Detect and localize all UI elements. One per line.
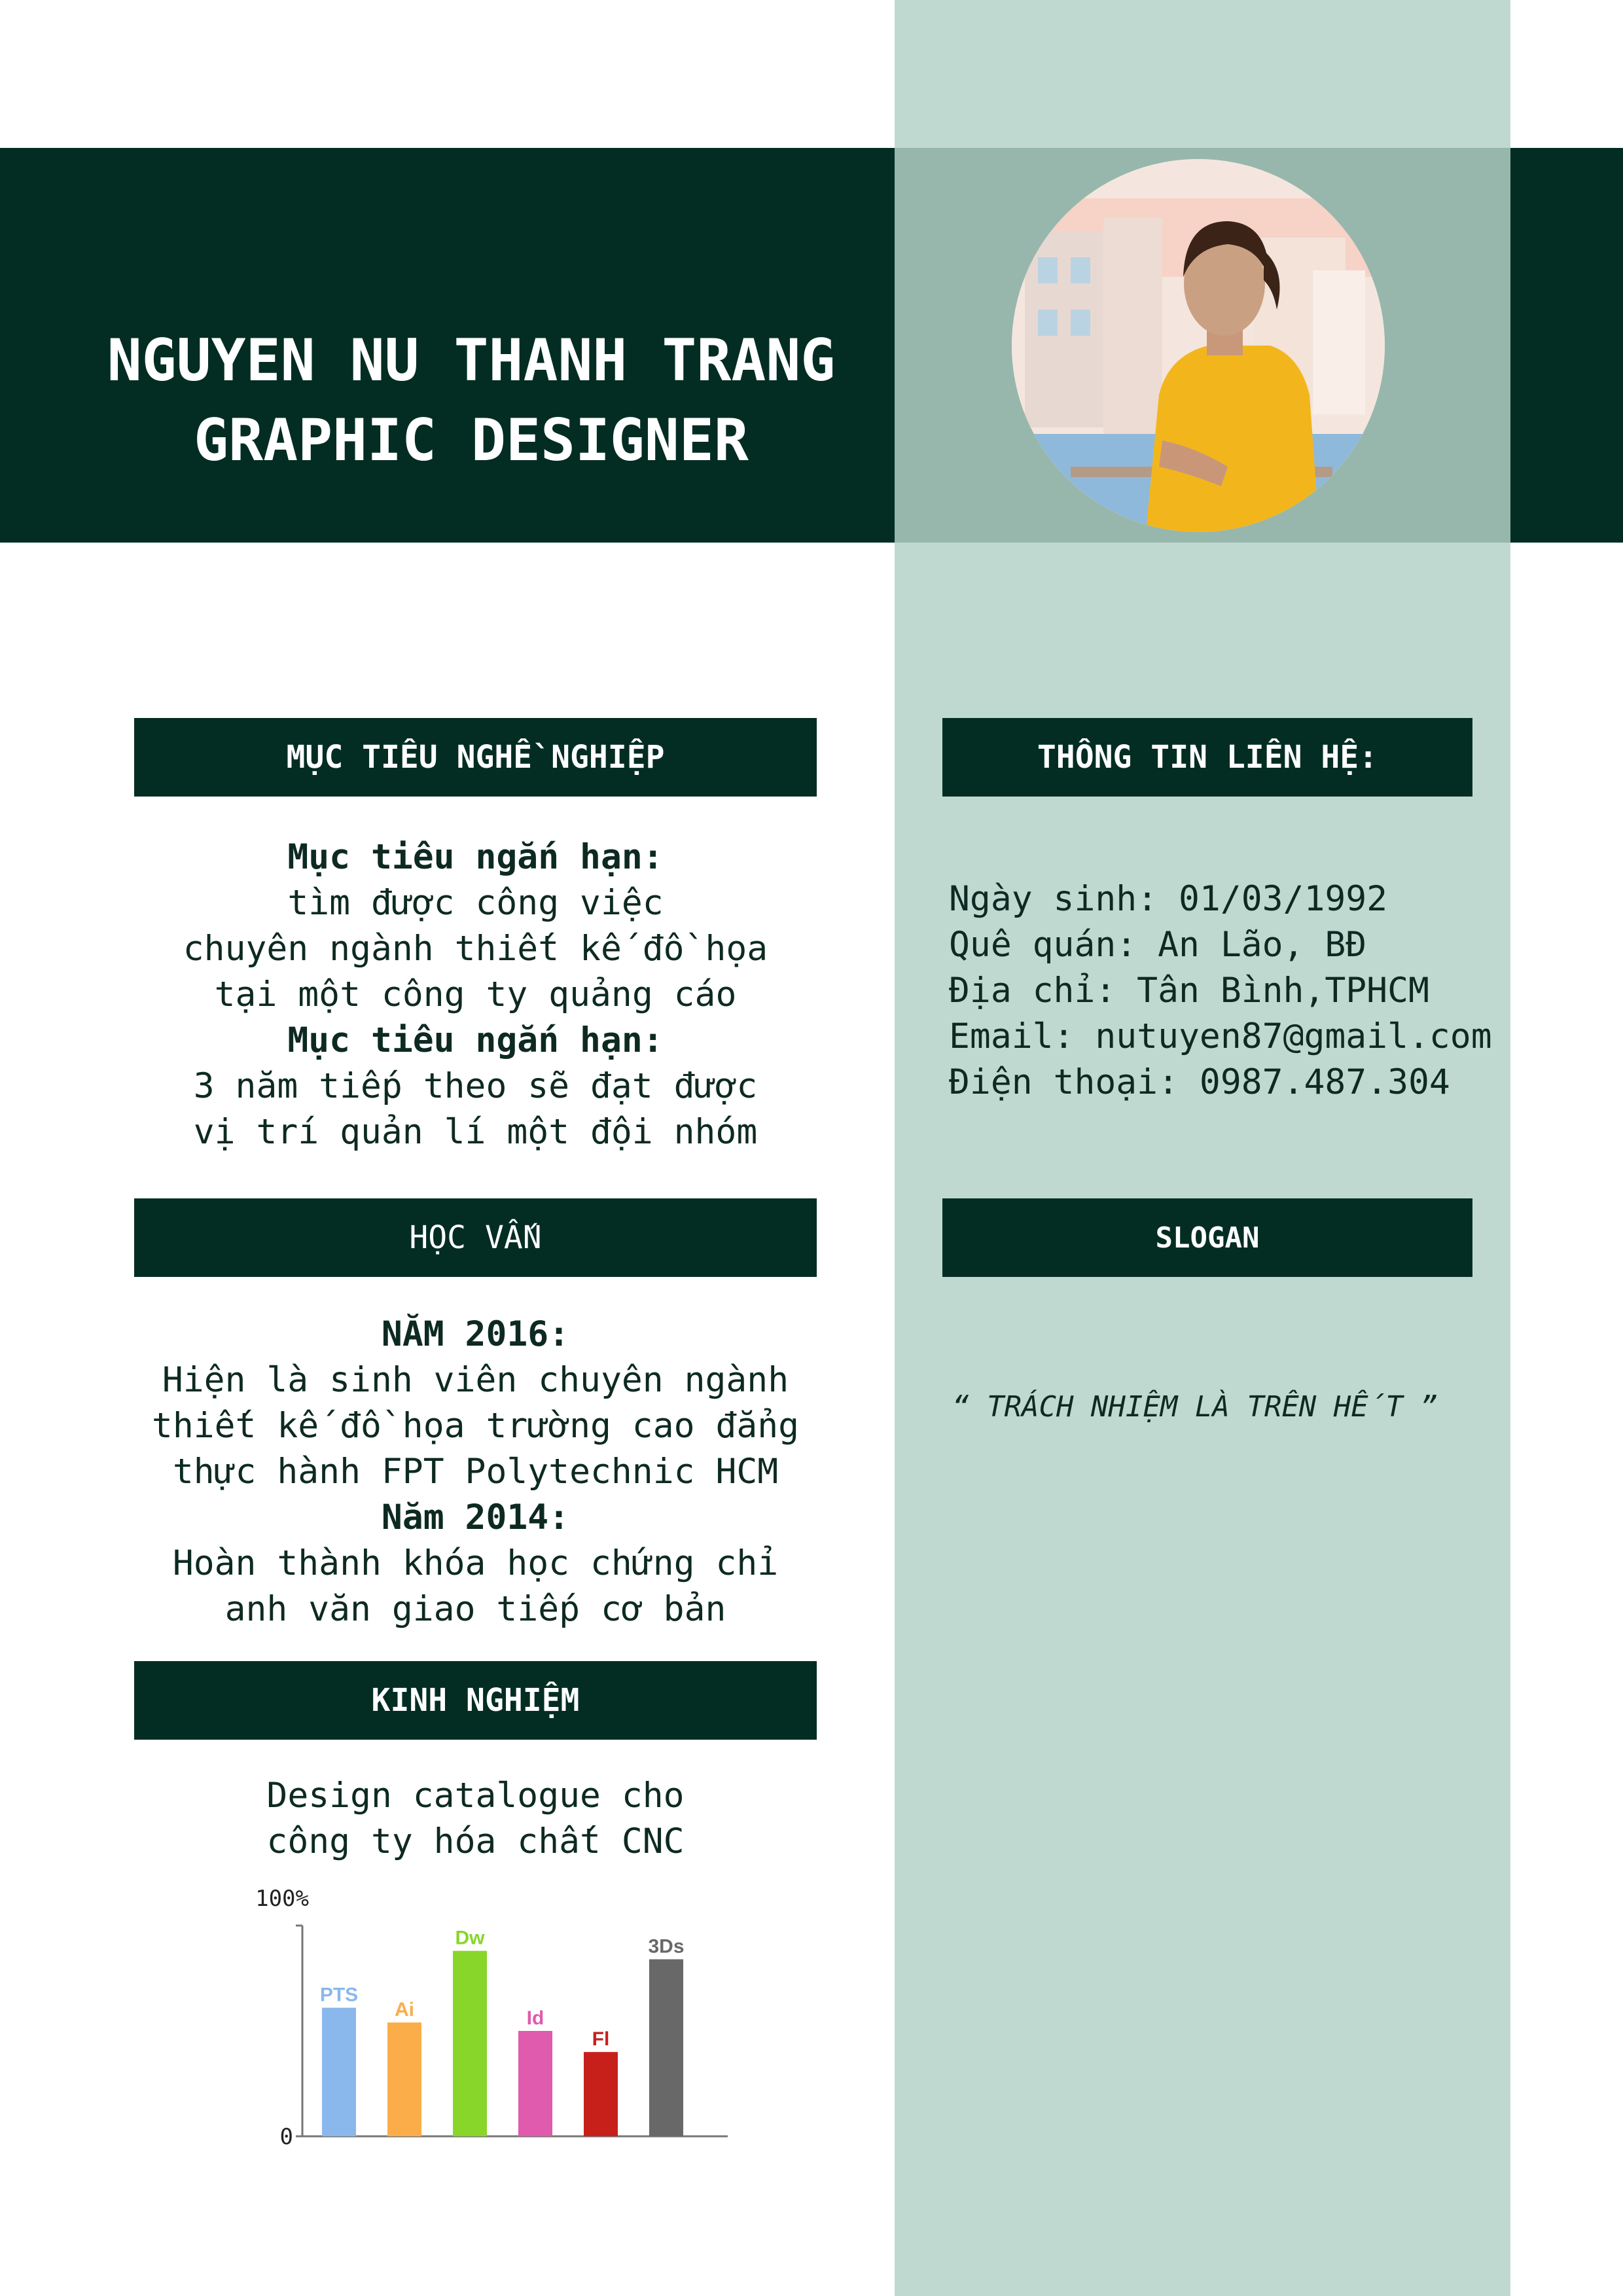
- bar-3ds: [649, 1959, 683, 2136]
- experience-line: Design catalogue cho: [266, 1776, 685, 1816]
- experience-heading: KINH NGHIỆM: [134, 1661, 817, 1740]
- bar-dw: [453, 1950, 487, 2136]
- contact-info: Ngày sinh: 01/03/1992 Quê quán: An Lão, …: [949, 876, 1492, 1105]
- email: Email: nutuyen87@gmail.com: [949, 1016, 1492, 1056]
- bar-ai: [387, 2022, 421, 2136]
- education-text: NĂM 2016: Hiện là sinh viên chuyên ngành…: [134, 1312, 817, 1632]
- experience-line: công ty hóa chất CNC: [266, 1821, 685, 1861]
- career-objective-heading: MỤC TIÊU NGHỀ NGHIỆP: [134, 718, 817, 797]
- job-title: GRAPHIC DESIGNER: [194, 406, 749, 474]
- slogan-text: “ TRÁCH NHIỆM LÀ TRÊN HẾT ”: [952, 1390, 1438, 1424]
- education-line: Hiện là sinh viên chuyên ngành: [162, 1360, 789, 1400]
- person-name: NGUYEN NU THANH TRANG: [107, 327, 836, 394]
- slogan-heading: SLOGAN: [942, 1198, 1472, 1277]
- skills-bar-chart: 100% 0 PTS Ai Dw Id Fl 3Ds: [255, 1886, 728, 2150]
- objective-line: chuyên ngành thiết kế đồ họa: [183, 929, 768, 969]
- phone: Điện thoại: 0987.487.304: [949, 1062, 1450, 1102]
- education-heading: HỌC VẤN: [134, 1198, 817, 1277]
- bar-label-ai: Ai: [395, 1999, 414, 2020]
- name-block: NGUYEN NU THANH TRANG GRAPHIC DESIGNER: [26, 321, 916, 480]
- experience-text: Design catalogue cho công ty hóa chất CN…: [134, 1773, 817, 1865]
- bar-pts: [322, 2007, 356, 2136]
- objective-line: Mục tiêu ngắn hạn:: [287, 837, 664, 877]
- education-line: Hoàn thành khóa học chứng chỉ: [172, 1543, 779, 1583]
- y-tick-label-max: 100%: [255, 1886, 309, 1912]
- education-line: anh văn giao tiếp cơ bản: [224, 1589, 726, 1629]
- hometown: Quê quán: An Lão, BĐ: [949, 925, 1367, 965]
- profile-photo: [1012, 159, 1385, 532]
- bar-label-pts: PTS: [320, 1984, 358, 2006]
- profile-photo-illustration: [1012, 159, 1385, 532]
- chart-bars: PTS Ai Dw Id Fl 3Ds: [320, 1928, 685, 2136]
- objective-line: Mục tiêu ngắn hạn:: [287, 1020, 664, 1060]
- address: Địa chỉ: Tân Bình,TPHCM: [949, 971, 1429, 1011]
- bar-label-dw: Dw: [455, 1928, 486, 1949]
- objective-line: tại một công ty quảng cáo: [214, 975, 737, 1014]
- bar-id: [518, 2031, 552, 2136]
- bar-label-id: Id: [527, 2007, 544, 2029]
- bar-label-3ds: 3Ds: [648, 1936, 684, 1958]
- y-tick-label-min: 0: [280, 2124, 293, 2150]
- bar-fl: [584, 2052, 618, 2136]
- objective-line: vị trí quản lí một đội nhóm: [193, 1112, 758, 1152]
- bar-label-fl: Fl: [592, 2028, 610, 2050]
- education-line: Năm 2014:: [381, 1498, 570, 1537]
- career-objective-text: Mục tiêu ngắn hạn: tìm được công việc ch…: [134, 834, 817, 1155]
- objective-line: 3 năm tiếp theo sẽ đạt được: [193, 1066, 758, 1106]
- contact-heading: THÔNG TIN LIÊN HỆ:: [942, 718, 1472, 797]
- education-line: thực hành FPT Polytechnic HCM: [172, 1452, 779, 1492]
- birthdate: Ngày sinh: 01/03/1992: [949, 879, 1388, 919]
- objective-line: tìm được công việc: [287, 883, 664, 923]
- education-line: thiết kế đồ họa trường cao đẳng: [151, 1406, 800, 1446]
- education-line: NĂM 2016:: [381, 1314, 570, 1354]
